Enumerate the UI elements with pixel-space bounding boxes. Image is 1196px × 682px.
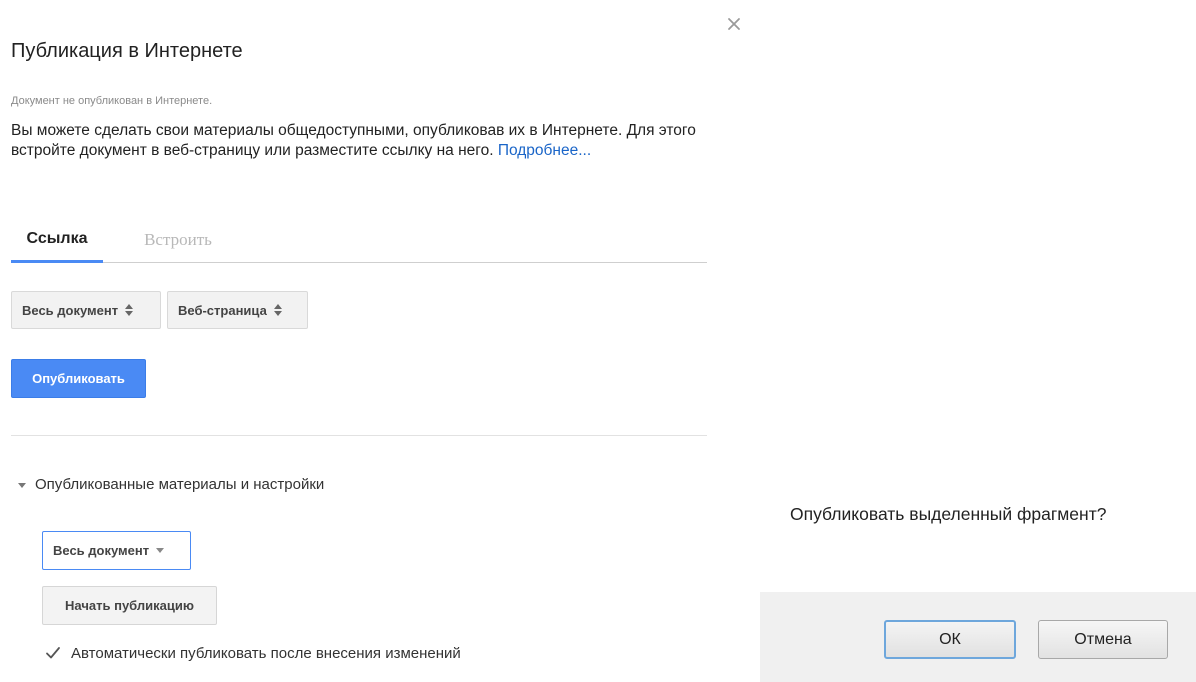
learn-more-link[interactable]: Подробнее... (498, 142, 591, 159)
chevron-down-icon (156, 548, 165, 553)
section-divider (11, 435, 707, 436)
confirm-footer: ОК Отмена (760, 592, 1196, 682)
cancel-button[interactable]: Отмена (1038, 620, 1168, 659)
updown-icon (124, 303, 134, 317)
auto-publish-option[interactable]: Автоматически публиковать после внесения… (44, 644, 461, 662)
confirm-dialog: Опубликовать выделенный фрагмент? ОК Отм… (760, 478, 1196, 682)
publish-description: Вы можете сделать свои материалы общедос… (11, 121, 711, 161)
published-scope-select[interactable]: Весь документ (42, 531, 191, 570)
format-select-value: Веб-страница (178, 302, 267, 318)
publish-dialog: Публикация в Интернете Документ не опубл… (0, 0, 750, 682)
publish-tabs: Ссылка Встроить (11, 230, 707, 263)
publish-button[interactable]: Опубликовать (11, 359, 146, 398)
close-icon[interactable] (724, 14, 744, 34)
tab-link[interactable]: Ссылка (11, 230, 103, 263)
published-settings-title: Опубликованные материалы и настройки (35, 476, 325, 493)
format-select[interactable]: Веб-страница (167, 291, 308, 329)
checkmark-icon (46, 647, 60, 659)
ok-button[interactable]: ОК (884, 620, 1016, 659)
publish-status-text: Документ не опубликован в Интернете. (11, 95, 213, 107)
start-publishing-button[interactable]: Начать публикацию (42, 586, 217, 625)
scope-select-value: Весь документ (22, 302, 119, 318)
published-scope-value: Весь документ (53, 543, 150, 558)
confirm-message: Опубликовать выделенный фрагмент? (790, 504, 1107, 524)
tab-embed[interactable]: Встроить (133, 230, 223, 260)
scope-select[interactable]: Весь документ (11, 291, 161, 329)
dialog-title: Публикация в Интернете (11, 40, 243, 62)
auto-publish-checkbox[interactable] (44, 644, 62, 662)
updown-icon (273, 303, 283, 317)
published-settings-toggle[interactable]: Опубликованные материалы и настройки (18, 476, 324, 493)
auto-publish-label: Автоматически публиковать после внесения… (71, 644, 461, 662)
publish-description-text: Вы можете сделать свои материалы общедос… (11, 122, 696, 159)
caret-down-icon (18, 483, 26, 488)
